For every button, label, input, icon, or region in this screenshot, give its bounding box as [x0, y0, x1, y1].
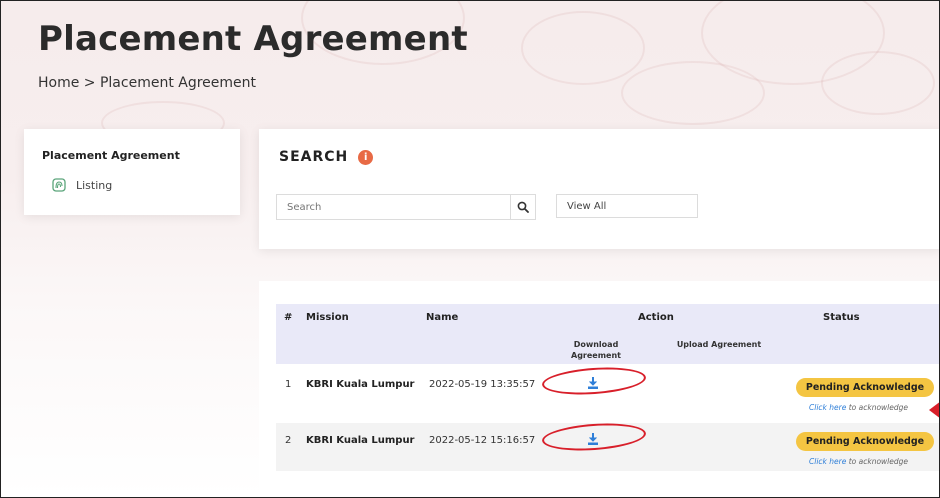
table-row: 1 KBRI Kuala Lumpur 2022-05-19 13:35:57 … [276, 364, 939, 417]
acknowledge-text: Click here to acknowledge [809, 403, 908, 412]
row-number: 2 [285, 435, 292, 446]
view-all-select[interactable]: View All [556, 194, 698, 218]
sidebar: Placement Agreement Listing [24, 129, 240, 215]
status-badge: Pending Acknowledge [796, 432, 934, 451]
acknowledge-text: Click here to acknowledge [809, 457, 908, 466]
decorative-cloud [621, 61, 765, 125]
header-upload-agreement: Upload Agreement [676, 340, 762, 349]
fingerprint-icon [52, 178, 66, 192]
search-icon [517, 201, 529, 213]
header-name: Name [426, 312, 459, 323]
decorative-cloud [821, 51, 935, 115]
row-mission: KBRI Kuala Lumpur [306, 379, 415, 390]
decorative-cloud [521, 11, 645, 85]
search-panel: SEARCH i View All [259, 129, 939, 249]
search-button[interactable] [510, 195, 535, 219]
acknowledge-link[interactable]: Click here [809, 457, 846, 466]
acknowledge-suffix: to acknowledge [846, 457, 908, 466]
row-name: 2022-05-12 15:16:57 [429, 435, 536, 446]
table-header: # Mission Name Action Status Download Ag… [276, 304, 939, 364]
header-number: # [284, 312, 293, 323]
sidebar-item-listing[interactable]: Listing [52, 175, 112, 195]
sidebar-title: Placement Agreement [42, 149, 180, 162]
header-mission: Mission [306, 312, 349, 323]
status-badge: Pending Acknowledge [796, 378, 934, 397]
page-frame: Placement Agreement Home > Placement Agr… [0, 0, 940, 498]
download-icon[interactable] [586, 375, 600, 389]
acknowledge-link[interactable]: Click here [809, 403, 846, 412]
search-heading: SEARCH i [279, 149, 374, 165]
row-number: 1 [285, 379, 292, 390]
header-download-line1: Download [573, 340, 619, 349]
breadcrumb: Home > Placement Agreement [38, 75, 257, 91]
header-download-agreement: Download Agreement [566, 339, 626, 361]
header-download-line2: Agreement [571, 351, 621, 360]
search-box [276, 194, 536, 220]
red-arrow-icon [929, 402, 939, 418]
sidebar-item-label: Listing [76, 178, 113, 192]
info-icon[interactable]: i [358, 149, 374, 165]
acknowledge-suffix: to acknowledge [846, 403, 908, 412]
search-heading-label: SEARCH [279, 149, 349, 165]
row-name: 2022-05-19 13:35:57 [429, 379, 536, 390]
header-action: Action [638, 312, 674, 323]
page-title: Placement Agreement [38, 19, 468, 59]
header-status: Status [823, 312, 860, 323]
row-mission: KBRI Kuala Lumpur [306, 435, 415, 446]
agreement-table: # Mission Name Action Status Download Ag… [259, 281, 939, 497]
download-icon[interactable] [586, 431, 600, 445]
search-input[interactable] [277, 196, 510, 218]
table-row: 2 KBRI Kuala Lumpur 2022-05-12 15:16:57 … [276, 420, 939, 471]
